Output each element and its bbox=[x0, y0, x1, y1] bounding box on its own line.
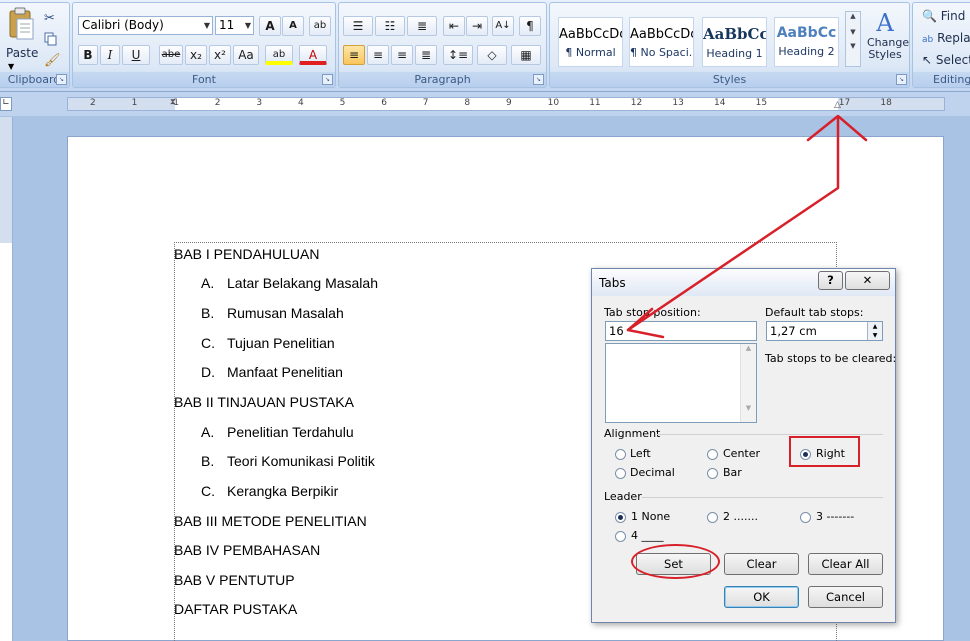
annotation-arrows bbox=[626, 114, 868, 339]
